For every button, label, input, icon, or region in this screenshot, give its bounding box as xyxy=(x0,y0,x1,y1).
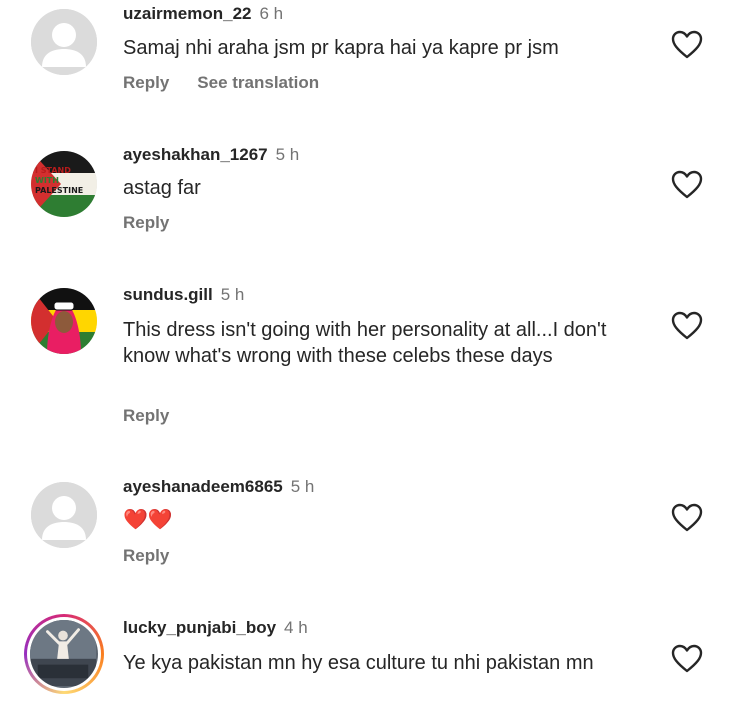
comment-text: ❤️❤️ xyxy=(123,509,173,531)
timestamp: 6 h xyxy=(259,4,284,23)
heart-outline-icon[interactable] xyxy=(671,503,703,533)
heart-outline-icon[interactable] xyxy=(671,30,703,60)
username[interactable]: lucky_punjabi_boy xyxy=(123,618,276,637)
see-translation-button[interactable]: See translation xyxy=(197,73,319,93)
username[interactable]: uzairmemon_22 xyxy=(123,4,252,23)
avatar[interactable] xyxy=(31,288,97,354)
comment-text: Ye kya pakistan mn hy esa culture tu nhi… xyxy=(123,652,594,674)
illustrated-avatar xyxy=(31,288,97,354)
heart-outline-icon[interactable] xyxy=(671,644,703,674)
username[interactable]: sundus.gill xyxy=(123,285,213,304)
reply-button[interactable]: Reply xyxy=(123,546,169,566)
avatar xyxy=(30,620,98,688)
username[interactable]: ayeshakhan_1267 xyxy=(123,145,268,164)
timestamp: 5 h xyxy=(220,285,245,304)
comment-meta: sundus.gill 5 h xyxy=(123,285,244,305)
comment-text: This dress isn't going with her personal… xyxy=(123,319,607,367)
comment-actions: Reply xyxy=(123,213,197,233)
comment-meta: uzairmemon_22 6 h xyxy=(123,4,283,24)
avatar-slogan: I STAND WITH PALESTINE xyxy=(35,166,84,195)
timestamp: 4 h xyxy=(284,618,308,637)
comment-meta: ayeshakhan_1267 5 h xyxy=(123,145,299,165)
comment-actions: Reply See translation xyxy=(123,73,347,93)
heart-outline-icon[interactable] xyxy=(671,170,703,200)
avatar[interactable]: I STAND WITH PALESTINE xyxy=(31,151,97,217)
story-ring-avatar[interactable] xyxy=(24,614,104,694)
comment-text: astag far xyxy=(123,177,201,199)
comment-actions: Reply xyxy=(123,406,197,426)
default-avatar-icon xyxy=(31,482,97,548)
avatar[interactable] xyxy=(31,9,97,75)
comment-actions: Reply xyxy=(123,546,197,566)
default-avatar-icon xyxy=(31,9,97,75)
timestamp: 5 h xyxy=(290,477,315,496)
comment-meta: ayeshanadeem6865 5 h xyxy=(123,477,314,497)
reply-button[interactable]: Reply xyxy=(123,73,169,93)
reply-button[interactable]: Reply xyxy=(123,213,169,233)
dancer-photo-avatar xyxy=(30,620,96,686)
avatar[interactable] xyxy=(31,482,97,548)
reply-button[interactable]: Reply xyxy=(123,406,169,426)
comment-text: Samaj nhi araha jsm pr kapra hai ya kapr… xyxy=(123,37,559,59)
timestamp: 5 h xyxy=(275,145,300,164)
comment-meta: lucky_punjabi_boy 4 h xyxy=(123,618,308,638)
heart-outline-icon[interactable] xyxy=(671,311,703,341)
username[interactable]: ayeshanadeem6865 xyxy=(123,477,283,496)
